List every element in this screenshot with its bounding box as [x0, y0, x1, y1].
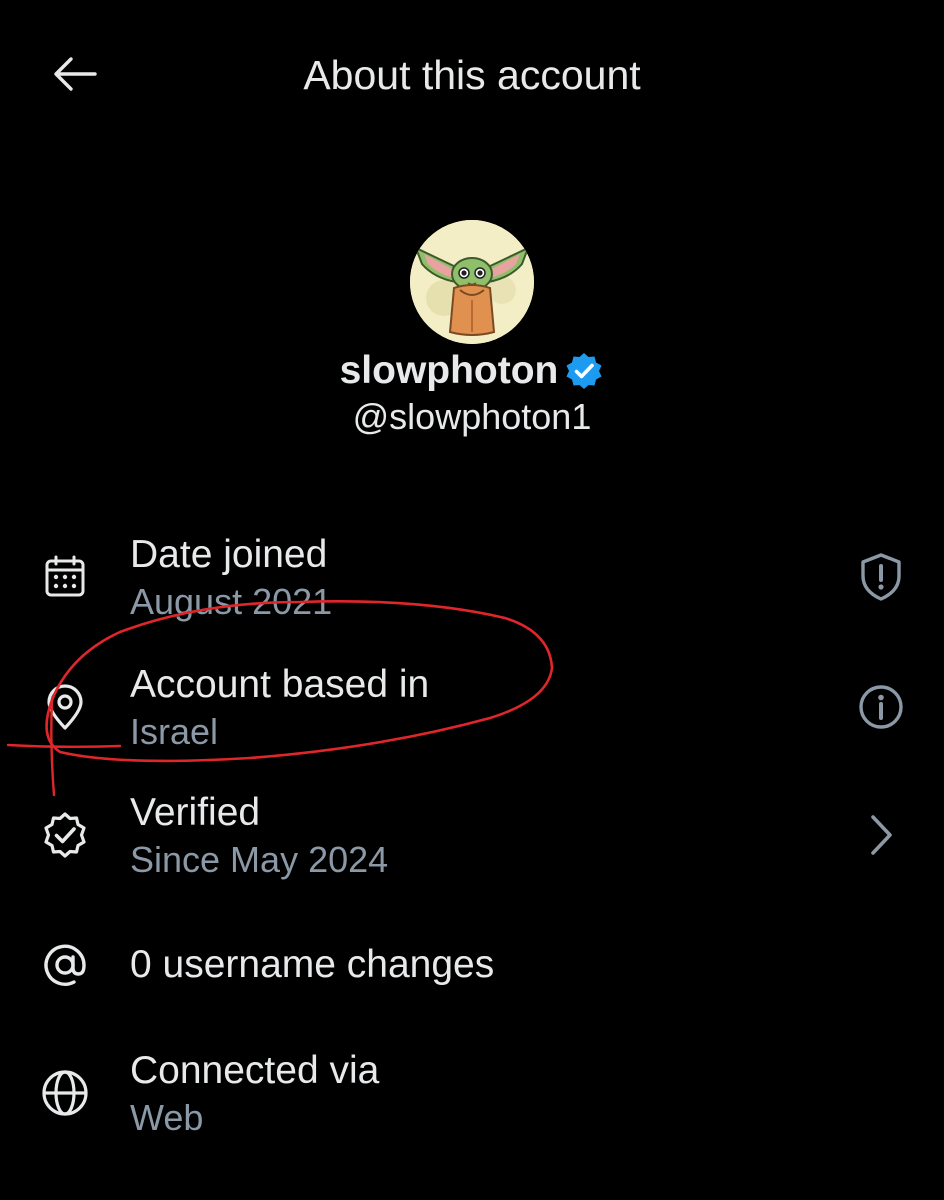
row-title: Account based in: [130, 663, 430, 706]
display-name: slowphoton: [339, 349, 559, 392]
row-subtitle: August 2021: [130, 581, 333, 622]
row-title: Connected via: [130, 1049, 380, 1092]
info-button[interactable]: [852, 678, 910, 736]
row-verified[interactable]: Verified Since May 2024: [0, 788, 944, 888]
chevron-right-icon: [871, 815, 892, 855]
row-subtitle: Israel: [130, 711, 219, 752]
row-account-based-in: Account based in Israel: [0, 660, 944, 760]
shield-alert-icon: [861, 553, 901, 601]
top-bar: About this account: [0, 0, 944, 150]
avatar-image: [410, 220, 534, 344]
row-username-changes: 0 username changes: [0, 938, 944, 998]
avatar[interactable]: [410, 220, 534, 344]
verified-badge-icon: [566, 353, 602, 389]
at-sign-icon: [38, 938, 92, 992]
row-date-joined: Date joined August 2021: [0, 530, 944, 630]
name-row: slowphoton: [0, 344, 944, 398]
calendar-icon: [38, 550, 92, 604]
row-title: Verified: [130, 791, 261, 834]
shield-alert-button[interactable]: [852, 548, 910, 606]
chevron-right-button[interactable]: [852, 806, 910, 864]
row-title: 0 username changes: [130, 943, 495, 986]
row-subtitle: Since May 2024: [130, 839, 389, 880]
row-connected-via: Connected via Web: [0, 1046, 944, 1146]
location-pin-icon: [38, 680, 92, 734]
verified-check-icon: [38, 808, 92, 862]
row-subtitle: Web: [130, 1097, 204, 1138]
globe-icon: [38, 1066, 92, 1120]
page-title: About this account: [303, 52, 641, 98]
info-icon: [859, 685, 903, 729]
row-title: Date joined: [130, 533, 328, 576]
handle: @slowphoton1: [352, 396, 592, 437]
